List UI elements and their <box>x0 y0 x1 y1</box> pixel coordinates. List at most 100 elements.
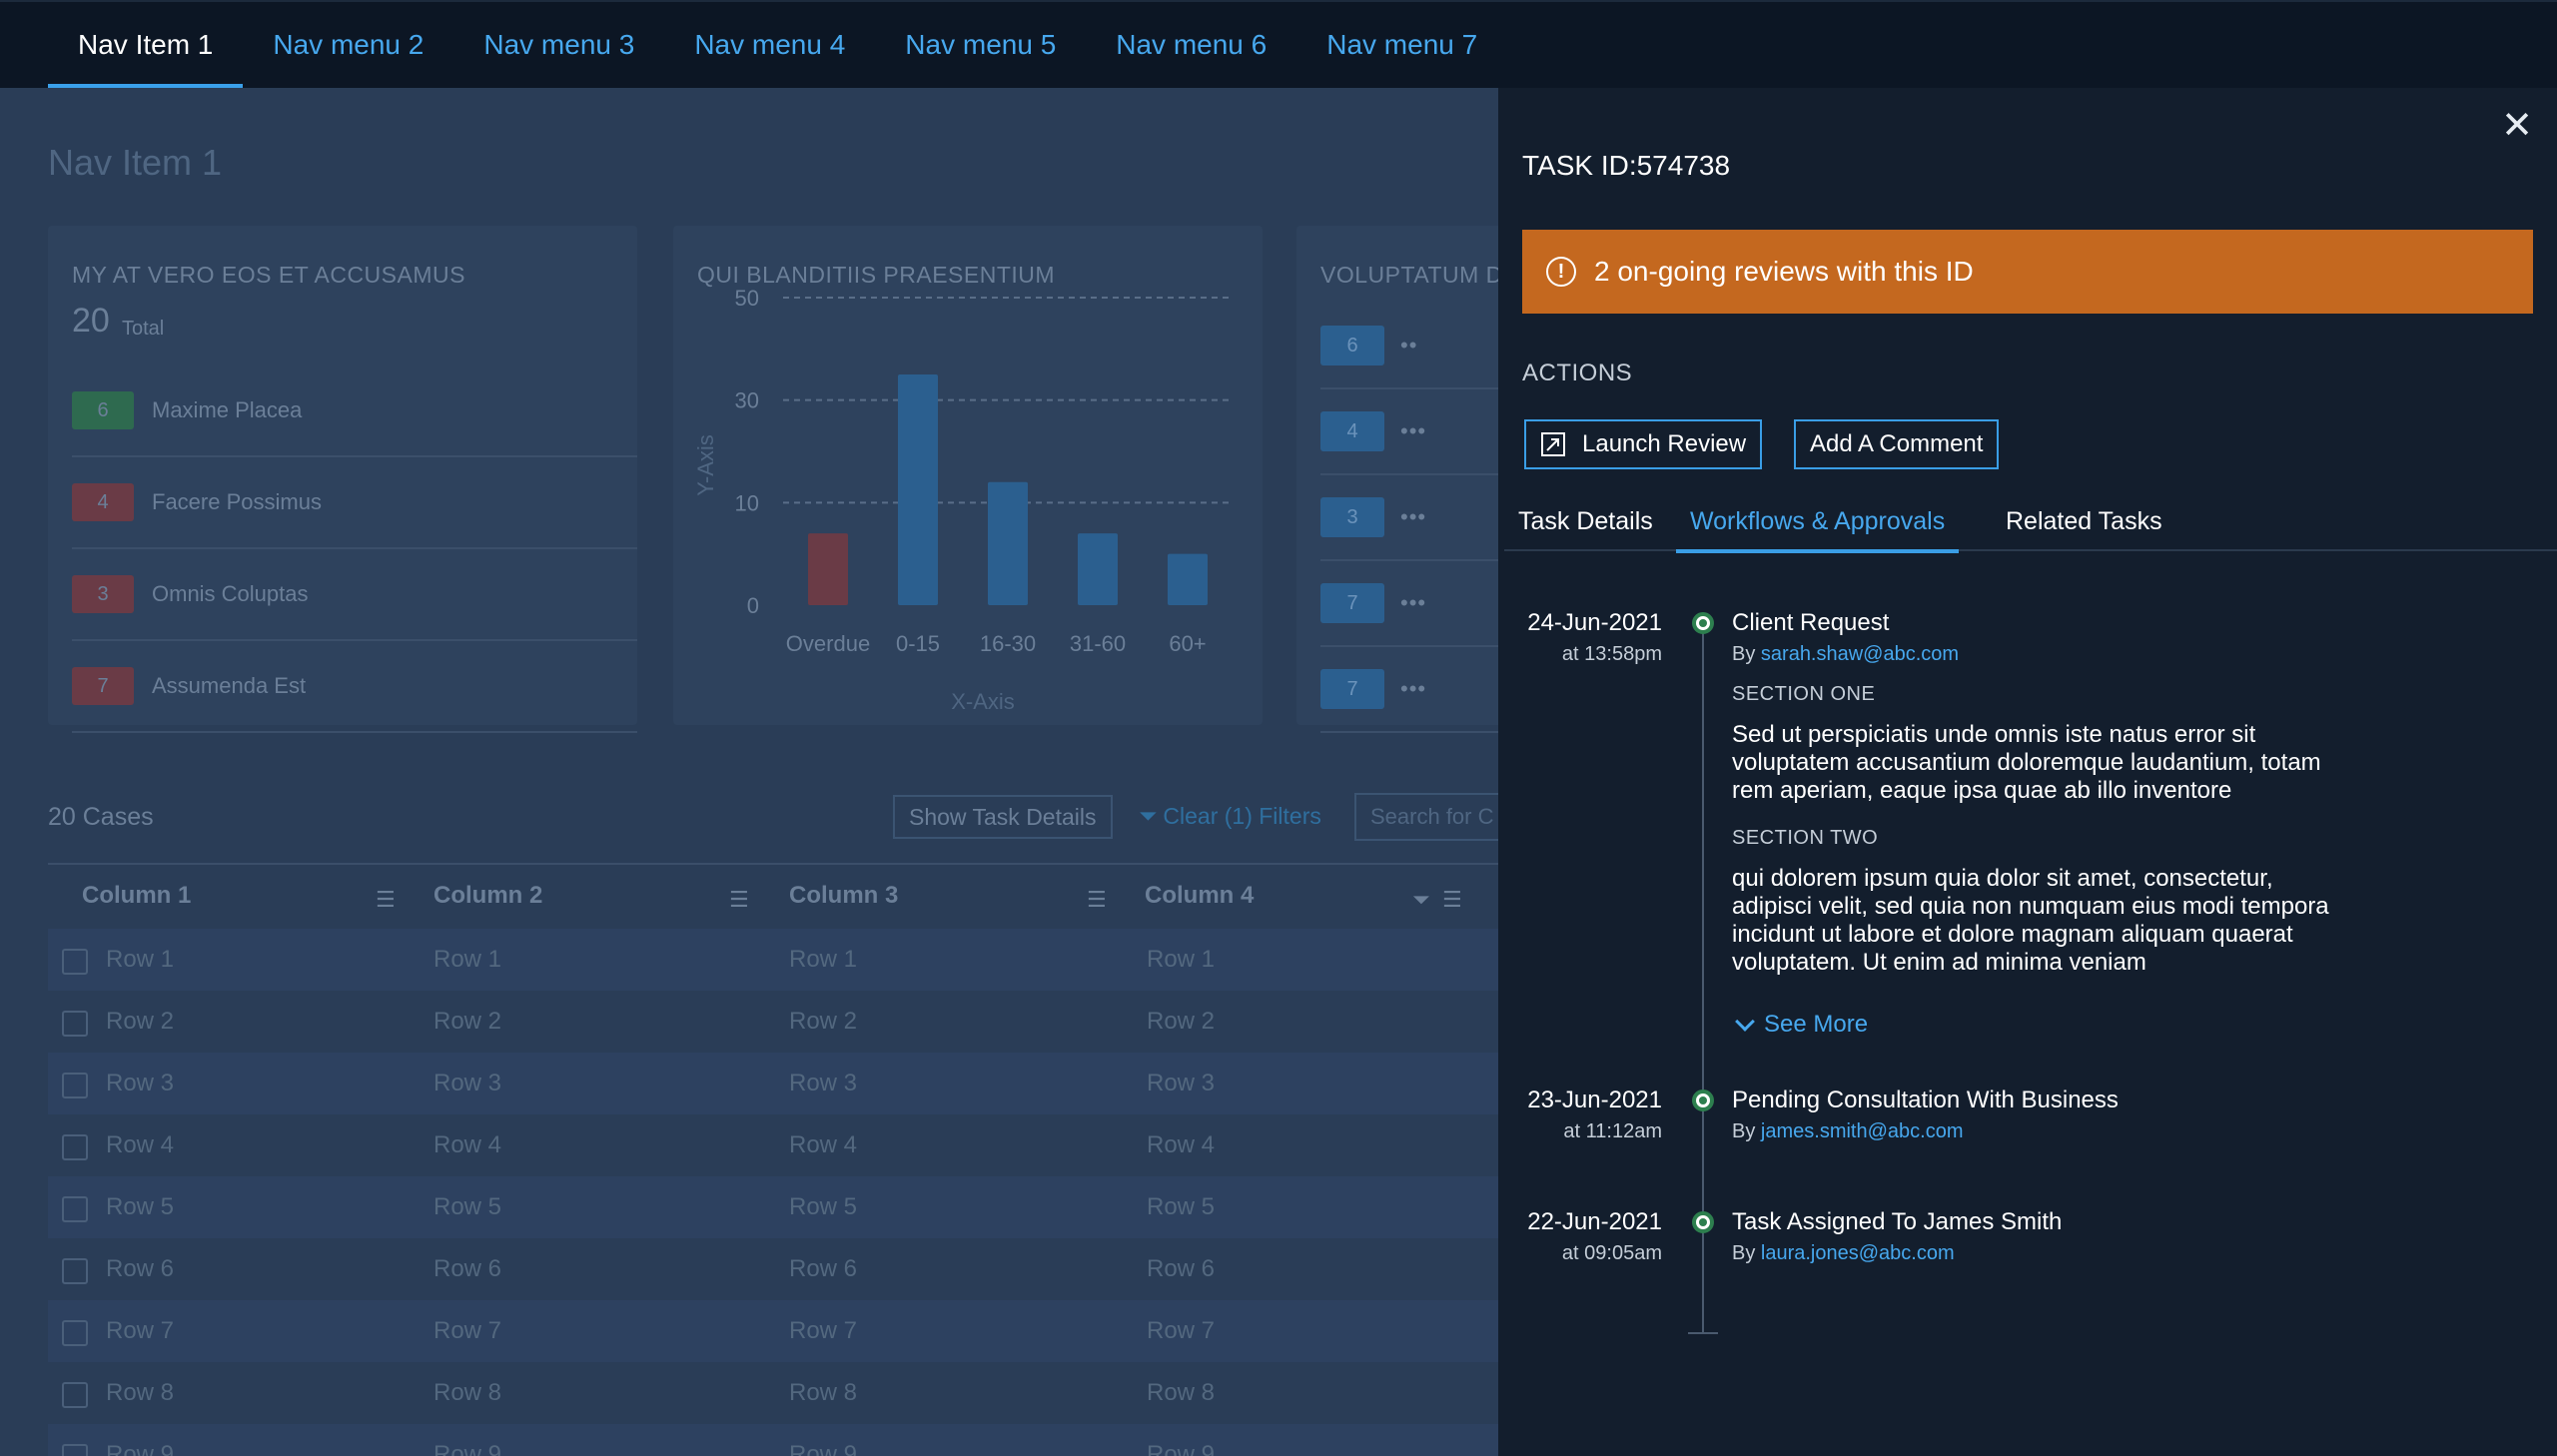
stat-label: Assumenda Est <box>152 673 307 698</box>
filter-icon[interactable]: ⏷ <box>1412 887 1430 913</box>
close-icon[interactable]: ✕ <box>2497 106 2537 146</box>
chart-card: QUI BLANDITIIS PRAESENTIUM 0 10 30 50 Overdu… <box>673 226 1263 725</box>
see-more-link[interactable]: See More <box>1732 1011 1868 1039</box>
column-3-header[interactable]: Column 3 <box>789 865 898 927</box>
timeline-title: Pending Consultation With Business <box>1732 1087 2119 1113</box>
column-2-header[interactable]: Column 2 <box>433 865 542 927</box>
stat-badge: 6 <box>1320 326 1384 365</box>
author-email-link[interactable]: james.smith@abc.com <box>1761 1120 1964 1142</box>
stat-row: 4 Facere Possimus <box>72 457 637 549</box>
stat-row: 3 ••• <box>1320 475 1498 561</box>
stat-label: Omnis Coluptas <box>152 581 309 606</box>
add-comment-button[interactable]: Add A Comment <box>1794 419 2000 469</box>
nav-menu-3[interactable]: Nav menu 3 <box>453 2 664 88</box>
column-menu-icon[interactable]: ☰ <box>376 887 396 913</box>
y-axis-label: Y-Axis <box>693 434 718 496</box>
row-checkbox[interactable] <box>62 1196 88 1222</box>
row-checkbox[interactable] <box>62 1444 88 1456</box>
column-menu-icon[interactable]: ☰ <box>729 887 749 913</box>
column-1-header[interactable]: Column 1 <box>82 865 191 927</box>
tab-task-details[interactable]: Task Details <box>1504 491 1667 551</box>
task-id-title: TASK ID:574738 <box>1522 150 1731 181</box>
stat-row: 7 ••• <box>1320 561 1498 647</box>
alert-text: 2 on-going reviews with this ID <box>1594 256 1974 287</box>
table-cell: Row 1 <box>106 946 175 973</box>
tab-workflows-approvals[interactable]: Workflows & Approvals <box>1676 491 1960 553</box>
column-menu-icon[interactable]: ☰ <box>1087 887 1107 913</box>
row-checkbox[interactable] <box>62 1011 88 1037</box>
row-checkbox[interactable] <box>62 1073 88 1098</box>
table-row[interactable]: Row 2 Row 2 Row 2 Row 2 <box>48 991 1498 1053</box>
nav-menu-5[interactable]: Nav menu 5 <box>875 2 1086 88</box>
table-row[interactable]: Row 9 Row 9 Row 9 Row 9 <box>48 1424 1498 1456</box>
stat-label: Facere Possimus <box>152 489 322 514</box>
total-label: Total <box>122 318 165 340</box>
table-row[interactable]: Row 5 Row 5 Row 5 Row 5 <box>48 1176 1498 1238</box>
table-cell: Row 5 <box>433 1193 502 1220</box>
clear-filters-link[interactable]: ⏷ Clear (1) Filters <box>1139 803 1321 830</box>
dots-indicator: ••• <box>1400 418 1427 443</box>
table-row[interactable]: Row 3 Row 3 Row 3 Row 3 <box>48 1053 1498 1114</box>
timeline-author: By laura.jones@abc.com <box>1732 1242 1955 1265</box>
nav-menu-4[interactable]: Nav menu 4 <box>664 2 875 88</box>
table-cell: Row 6 <box>1147 1255 1216 1282</box>
nav-menu-7[interactable]: Nav menu 7 <box>1296 2 1507 88</box>
row-checkbox[interactable] <box>62 1382 88 1408</box>
y-tick-label: 50 <box>735 286 759 311</box>
row-checkbox[interactable] <box>62 1134 88 1160</box>
timeline-date: 22-Jun-2021 <box>1527 1208 1662 1235</box>
table-row[interactable]: Row 1 Row 1 Row 1 Row 1 <box>48 929 1498 991</box>
author-email-link[interactable]: laura.jones@abc.com <box>1761 1242 1955 1264</box>
nav-menu-2[interactable]: Nav menu 2 <box>243 2 453 88</box>
tab-related-tasks[interactable]: Related Tasks <box>1992 491 2176 551</box>
stat-row: 7 Assumenda Est <box>72 641 637 733</box>
stat-badge: 7 <box>72 667 134 705</box>
page-title: Nav Item 1 <box>48 142 223 183</box>
table-cell: Row 8 <box>106 1379 175 1406</box>
by-label: By <box>1732 1242 1756 1264</box>
x-axis-label: X-Axis <box>951 689 1015 714</box>
row-checkbox[interactable] <box>62 1320 88 1346</box>
timeline-dot <box>1692 1211 1714 1233</box>
table-cell: Row 2 <box>433 1008 502 1035</box>
bar-chart: 0 10 30 50 Overdue 0-15 16-30 31-60 60+ X-Axis Y-A… <box>693 286 1233 714</box>
row-checkbox[interactable] <box>62 949 88 975</box>
column-menu-icon[interactable]: ☰ <box>1442 887 1462 913</box>
y-tick-label: 10 <box>735 490 759 515</box>
launch-review-button[interactable]: Launch Review <box>1524 419 1763 469</box>
y-tick-label: 0 <box>747 593 759 618</box>
table-row[interactable]: Row 6 Row 6 Row 6 Row 6 <box>48 1238 1498 1300</box>
stat-badge: 3 <box>1320 497 1384 537</box>
table-cell: Row 4 <box>433 1131 502 1158</box>
bar <box>1078 533 1118 605</box>
nav-menu-6[interactable]: Nav menu 6 <box>1086 2 1296 88</box>
filter-clear-icon: ⏷ <box>1139 803 1158 829</box>
table-cell: Row 1 <box>789 946 858 973</box>
row-checkbox[interactable] <box>62 1258 88 1284</box>
table-row[interactable]: Row 7 Row 7 Row 7 Row 7 <box>48 1300 1498 1362</box>
table-cell: Row 9 <box>106 1441 175 1456</box>
stat-badge: 6 <box>72 391 134 429</box>
cases-count: 20 Cases <box>48 803 154 831</box>
section-two-text: qui dolorem ipsum quia dolor sit amet, c… <box>1732 865 2329 976</box>
show-task-details-button[interactable]: Show Task Details <box>893 795 1113 839</box>
timeline-title: Task Assigned To James Smith <box>1732 1208 2063 1235</box>
stat-badge: 7 <box>1320 669 1384 709</box>
actions-label: ACTIONS <box>1522 360 1633 386</box>
nav-item-1[interactable]: Nav Item 1 <box>48 2 244 88</box>
column-4-header[interactable]: Column 4 <box>1145 865 1254 927</box>
section-two-label: SECTION TWO <box>1732 827 1879 849</box>
x-tick-label: 60+ <box>1169 631 1206 656</box>
table-cell: Row 8 <box>433 1379 502 1406</box>
search-input[interactable] <box>1354 793 1498 841</box>
table-row[interactable]: Row 8 Row 8 Row 8 Row 8 <box>48 1362 1498 1424</box>
table-cell: Row 1 <box>1147 946 1216 973</box>
section-one-label: SECTION ONE <box>1732 683 1876 705</box>
table-cell: Row 9 <box>1147 1441 1216 1456</box>
x-tick-label: Overdue <box>786 631 870 656</box>
dots-indicator: ••• <box>1400 590 1427 615</box>
table-cell: Row 6 <box>106 1255 175 1282</box>
timeline-dot <box>1692 1090 1714 1111</box>
table-row[interactable]: Row 4 Row 4 Row 4 Row 4 <box>48 1114 1498 1176</box>
author-email-link[interactable]: sarah.shaw@abc.com <box>1761 643 1959 665</box>
